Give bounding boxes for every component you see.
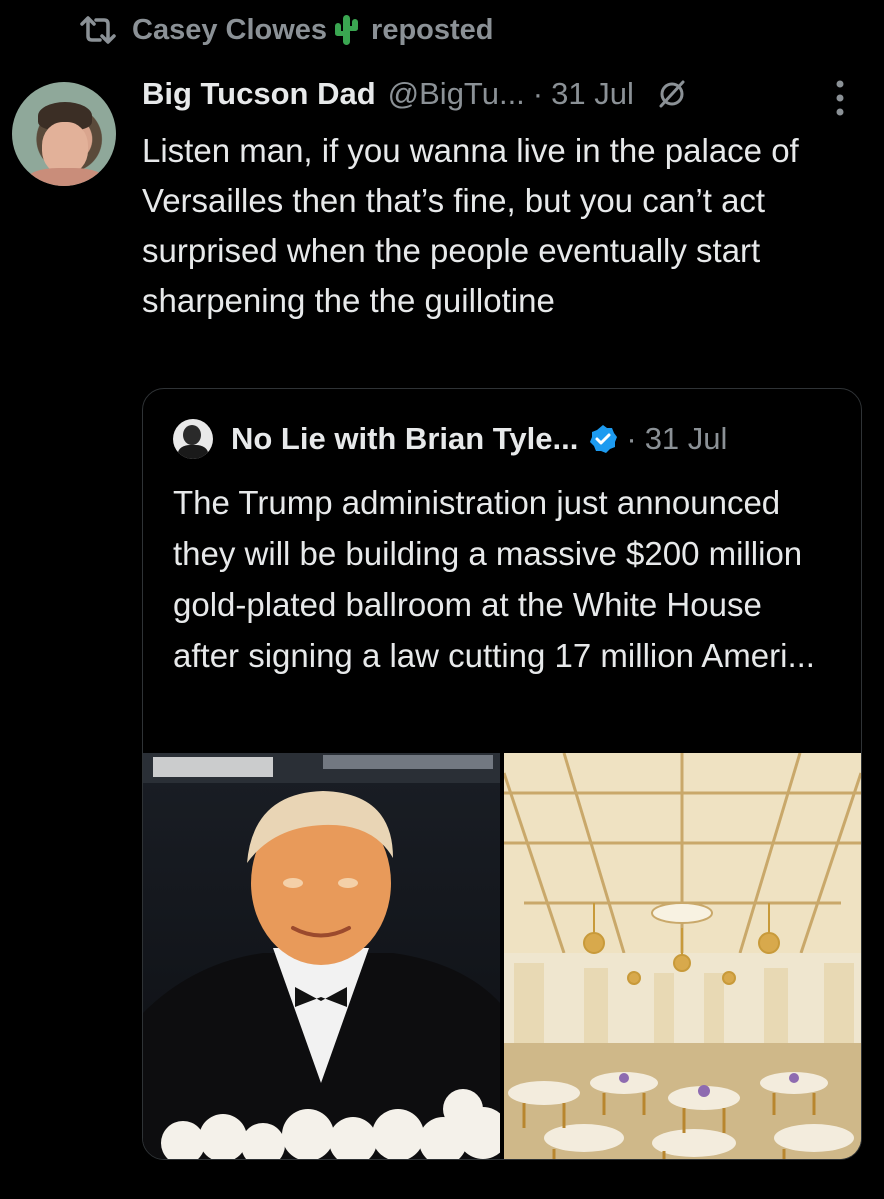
quote-header: No Lie with Brian Tyle... · 31 Jul [173,419,727,459]
tweet-text: Listen man, if you wanna live in the pal… [142,132,799,319]
media-image-portrait[interactable] [143,753,500,1159]
ballroom-illustration [504,753,861,1159]
avatar-shirt [26,168,106,186]
quote-media[interactable] [143,753,861,1159]
repost-icon [80,16,116,44]
cactus-emoji-icon [335,15,359,45]
quote-avatar-head [183,425,201,445]
header-separator: · [532,76,544,111]
quoted-tweet[interactable]: No Lie with Brian Tyle... · 31 Jul The T… [142,388,862,1160]
avatar-face [42,122,88,174]
repost-context[interactable]: Casey Clowes reposted [78,10,494,50]
grok-icon[interactable] [656,78,688,110]
repost-label: reposted [371,13,494,46]
quote-avatar-body [178,445,208,459]
repost-user[interactable]: Casey Clowes [132,14,327,47]
quote-text: The Trump administration just announced … [173,484,815,674]
tweet-header: Big Tucson Dad @BigTu... · 31 Jul [142,76,688,112]
quote-separator: · [626,421,637,456]
verified-badge-icon [590,425,618,453]
author-name[interactable]: Big Tucson Dad [142,76,376,112]
portrait-illustration [143,753,500,1159]
author-handle[interactable]: @BigTu... [388,76,525,112]
more-icon[interactable] [834,78,846,118]
tweet-date[interactable]: 31 Jul [551,76,634,112]
quote-author-name[interactable]: No Lie with Brian Tyle... [231,421,578,457]
media-image-ballroom[interactable] [504,753,861,1159]
quote-avatar[interactable] [173,419,213,459]
author-avatar[interactable] [12,82,116,186]
quote-date[interactable]: 31 Jul [645,421,728,457]
